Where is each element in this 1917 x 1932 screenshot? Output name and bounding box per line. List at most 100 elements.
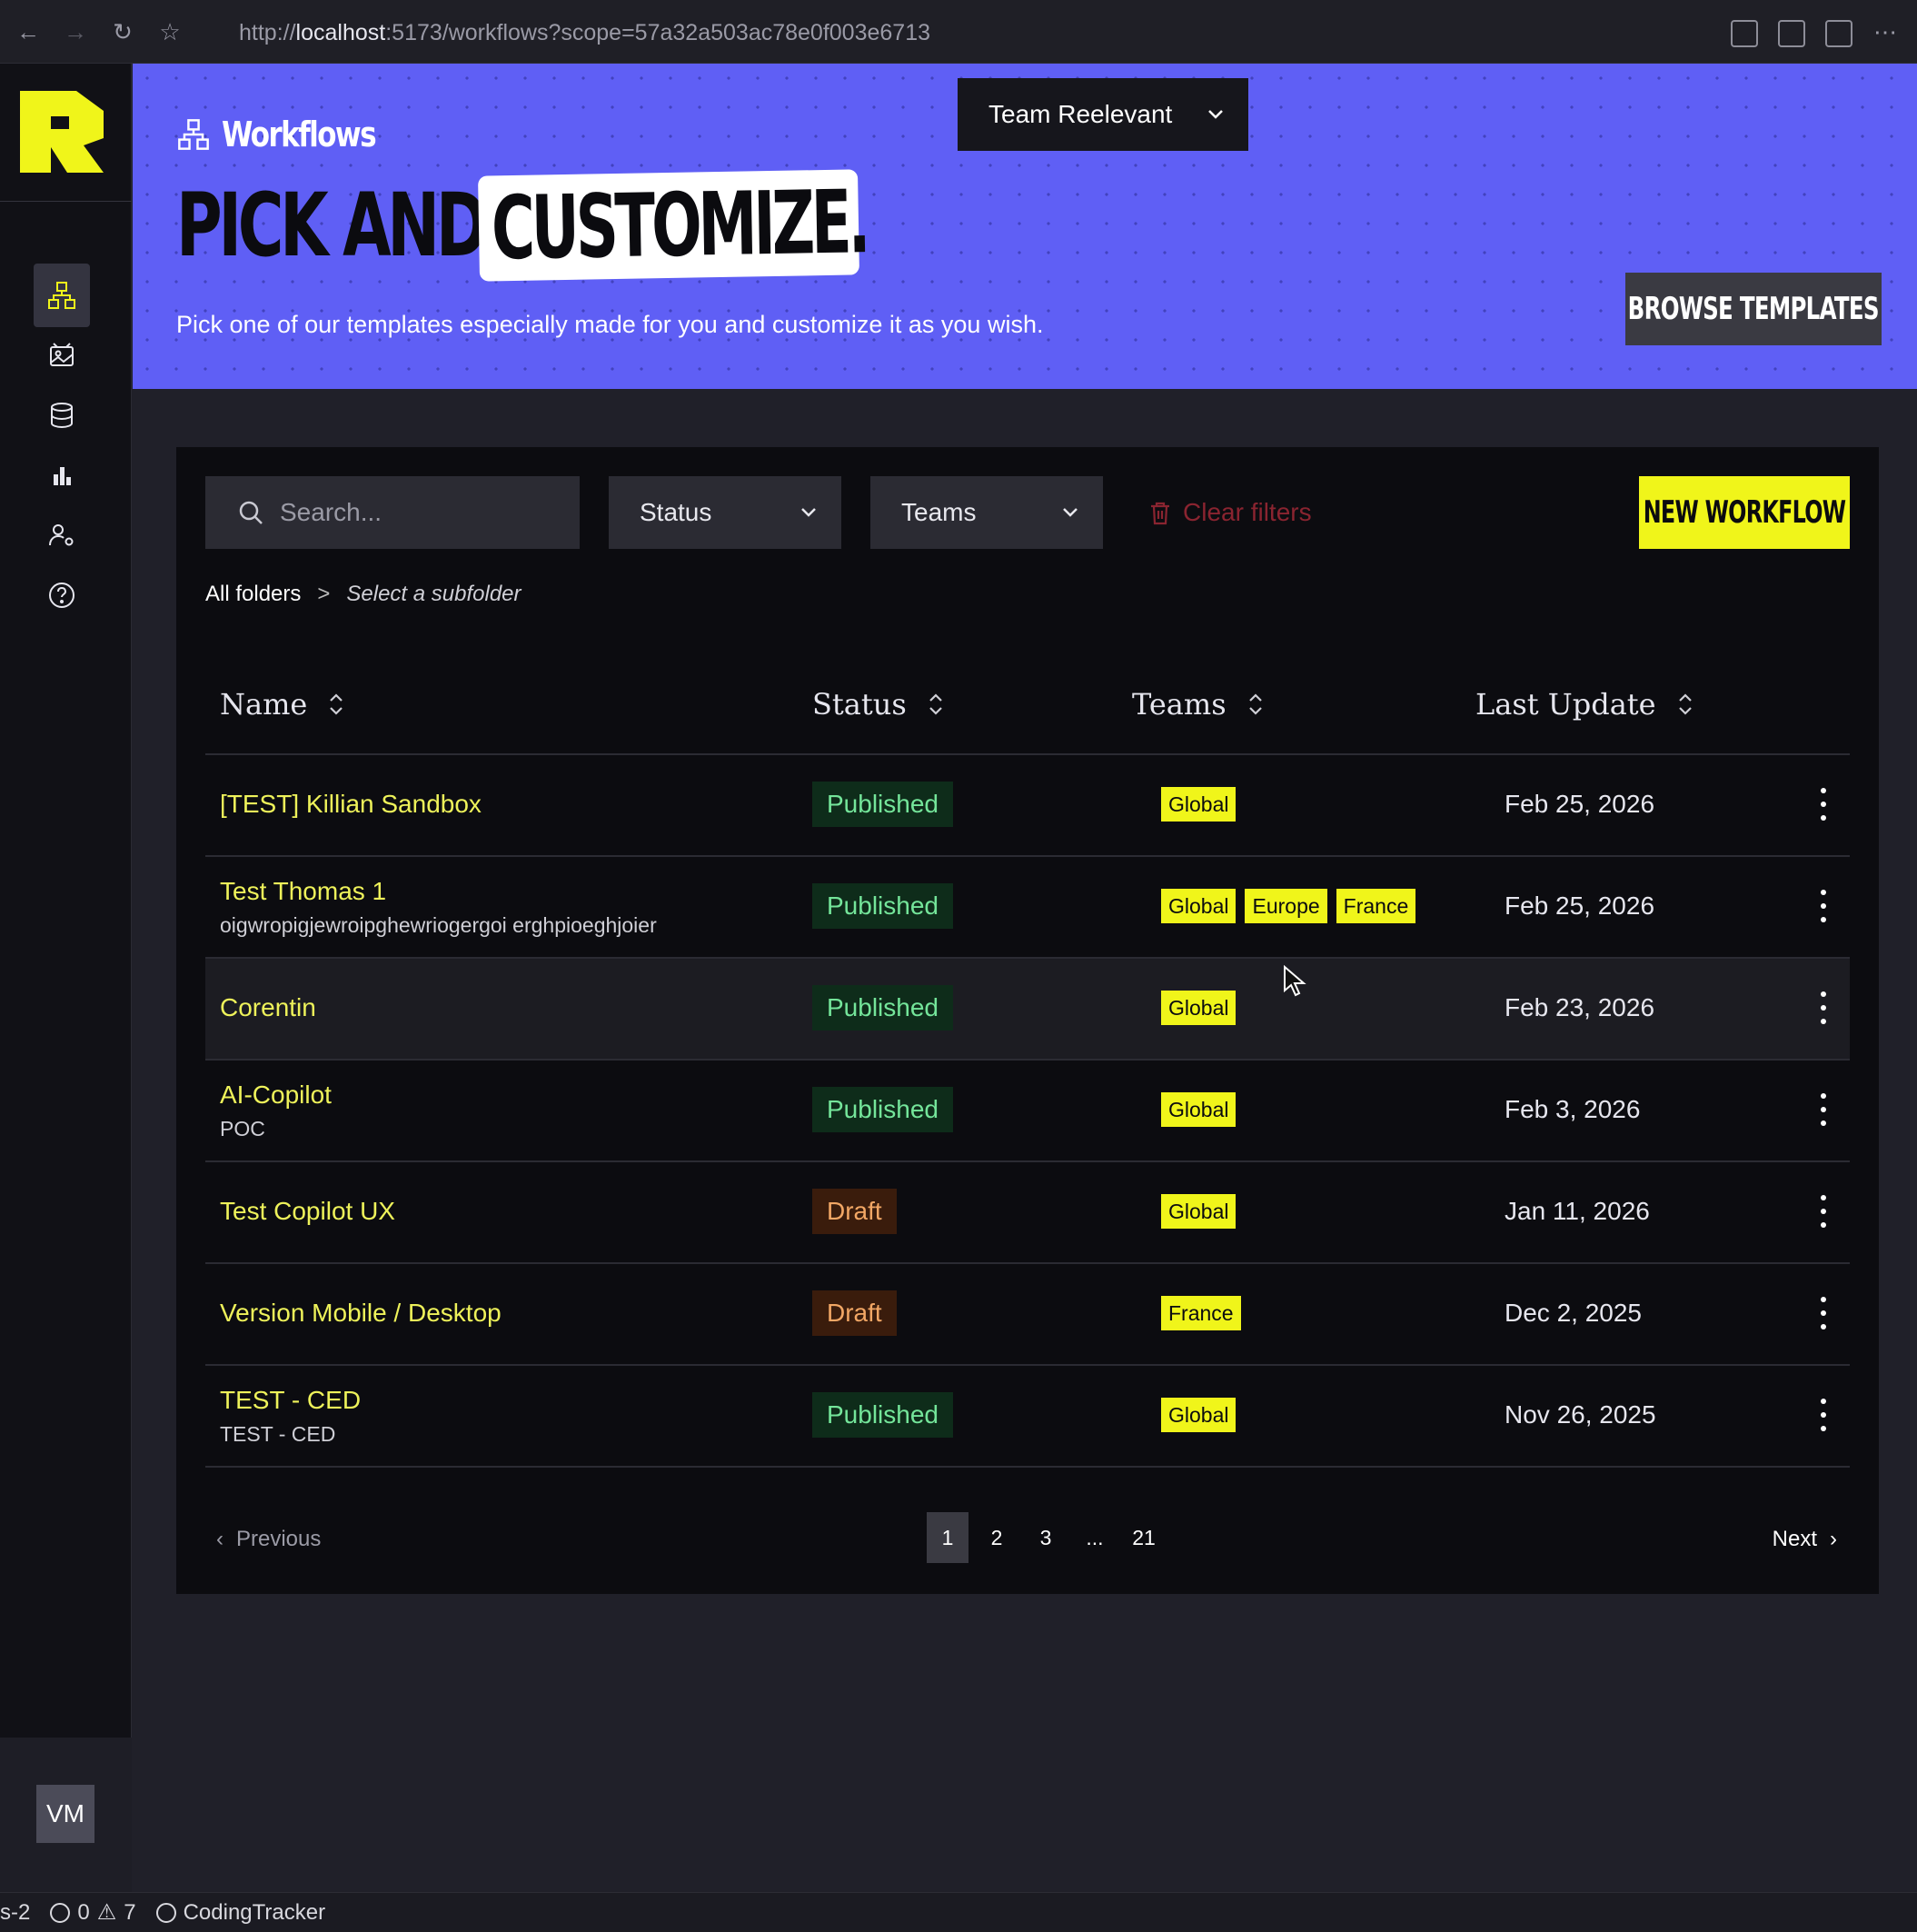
warning-count: 7 — [124, 1899, 136, 1925]
workflow-name-link[interactable]: Test Copilot UX — [220, 1197, 395, 1226]
bookmark-star-icon[interactable]: ☆ — [156, 18, 184, 45]
team-tag: Global — [1161, 1092, 1237, 1127]
search-input[interactable] — [280, 498, 571, 527]
workflow-name-link[interactable]: Corentin — [220, 993, 316, 1022]
workflow-name-link[interactable]: Version Mobile / Desktop — [220, 1299, 502, 1328]
search-icon — [239, 501, 263, 524]
browser-toolbar: ← → ↻ ☆ http://localhost:5173/workflows?… — [0, 0, 1917, 64]
sidebar-footer: VM — [0, 1738, 132, 1892]
team-tag: France — [1336, 889, 1416, 923]
sort-icon — [1248, 693, 1262, 715]
page-title: Workflows — [222, 115, 377, 154]
search-box[interactable] — [205, 476, 580, 549]
reelevant-logo[interactable] — [20, 91, 104, 173]
column-header-label: Status — [812, 687, 907, 722]
status-badge: Published — [812, 1087, 953, 1132]
chevron-down-icon — [801, 508, 816, 517]
table-row[interactable]: Test Thomas 1 oigwropigjewroipghewrioger… — [205, 857, 1850, 957]
next-page-button[interactable]: Next › — [1773, 1512, 1837, 1567]
column-header-status[interactable]: Status — [812, 687, 945, 722]
clear-filters-button[interactable]: Clear filters — [1147, 476, 1312, 549]
row-actions-menu-icon[interactable] — [1816, 1297, 1831, 1329]
breadcrumb-all-folders[interactable]: All folders — [205, 582, 301, 607]
column-header-label: Last Update — [1475, 687, 1656, 722]
workflow-name-link[interactable]: TEST - CED — [220, 1386, 361, 1415]
column-header-last-update[interactable]: Last Update — [1475, 687, 1694, 722]
warning-icon: ⚠ — [96, 1900, 117, 1925]
branch-label: s-2 — [0, 1899, 31, 1925]
chevron-right-icon: › — [1830, 1527, 1837, 1551]
new-workflow-label: NEW WORKFLOW — [1643, 494, 1846, 531]
row-actions-menu-icon[interactable] — [1816, 788, 1831, 821]
sort-icon — [330, 693, 343, 715]
status-badge: Draft — [812, 1290, 897, 1336]
status-badge: Published — [812, 782, 953, 827]
row-actions-menu-icon[interactable] — [1816, 1093, 1831, 1126]
previous-page-button[interactable]: ‹ Previous — [216, 1512, 321, 1567]
side-panel-icon[interactable] — [1825, 20, 1852, 47]
row-actions-menu-icon[interactable] — [1816, 991, 1831, 1024]
terminal-icon[interactable] — [1778, 20, 1805, 47]
sidebar-item-assets[interactable] — [34, 324, 90, 387]
sort-icon — [1678, 693, 1692, 715]
row-actions-menu-icon[interactable] — [1816, 1399, 1831, 1431]
chevron-down-icon — [1063, 508, 1078, 517]
next-label: Next — [1772, 1527, 1817, 1551]
row-actions-menu-icon[interactable] — [1816, 1195, 1831, 1228]
sidebar-item-help[interactable] — [34, 563, 90, 627]
avatar[interactable]: VM — [36, 1785, 94, 1843]
page-ellipsis: ... — [1086, 1525, 1104, 1549]
last-update-date: Jan 11, 2026 — [1505, 1197, 1650, 1225]
breadcrumb-subfolder-select[interactable]: Select a subfolder — [346, 582, 521, 607]
team-tag: France — [1161, 1296, 1241, 1330]
back-icon[interactable]: ← — [15, 18, 42, 45]
team-selector[interactable]: Team Reelevant — [958, 78, 1248, 151]
chevron-right-icon: > — [317, 582, 331, 606]
sidebar-item-workflows[interactable] — [34, 264, 90, 327]
table-row[interactable]: Version Mobile / Desktop Draft France De… — [205, 1264, 1850, 1364]
new-workflow-button[interactable]: NEW WORKFLOW — [1639, 476, 1850, 549]
teams-filter-dropdown[interactable]: Teams — [870, 476, 1103, 549]
workflow-name-link[interactable]: [TEST] Killian Sandbox — [220, 790, 482, 819]
table-row[interactable]: Corentin Published Global Feb 23, 2026 — [205, 959, 1850, 1059]
sidebar-item-data[interactable] — [34, 383, 90, 447]
section-header: Workflows — [176, 115, 409, 154]
assets-icon — [50, 343, 74, 366]
sidebar-item-analytics[interactable] — [34, 443, 90, 507]
column-header-teams[interactable]: Teams — [1132, 687, 1265, 722]
table-row[interactable]: [TEST] Killian Sandbox Published Global … — [205, 755, 1850, 855]
page-number-button[interactable]: 1 — [927, 1512, 968, 1563]
mouse-cursor-icon — [1284, 965, 1306, 997]
reload-icon[interactable]: ↻ — [109, 18, 136, 45]
sidebar-item-users[interactable] — [34, 503, 90, 567]
team-tag: Global — [1161, 889, 1237, 923]
breadcrumb: All folders > Select a subfolder — [205, 582, 521, 607]
branch-indicator[interactable]: s-2 — [0, 1900, 30, 1926]
problems-indicator[interactable]: 0 ⚠ 7 — [50, 1899, 136, 1926]
team-tag: Global — [1161, 991, 1237, 1025]
status-filter-dropdown[interactable]: Status — [609, 476, 841, 549]
browse-templates-button[interactable]: BROWSE TEMPLATES — [1625, 273, 1882, 345]
table-row[interactable]: Test Copilot UX Draft Global Jan 11, 202… — [205, 1162, 1850, 1262]
sort-icon — [929, 693, 942, 715]
page-number-button[interactable]: 2 — [976, 1512, 1018, 1563]
screen-cast-icon[interactable] — [1731, 20, 1758, 47]
column-header-name[interactable]: Name — [220, 687, 345, 722]
workflow-name-link[interactable]: AI-Copilot — [220, 1081, 332, 1110]
table-row[interactable]: AI-Copilot POC Published Global Feb 3, 2… — [205, 1061, 1850, 1160]
table-row[interactable]: TEST - CED TEST - CED Published Global N… — [205, 1366, 1850, 1466]
forward-icon[interactable]: → — [62, 18, 89, 45]
coding-tracker-label: CodingTracker — [183, 1899, 326, 1925]
page-number-button[interactable]: 21 — [1123, 1512, 1165, 1563]
coding-tracker-item[interactable]: CodingTracker — [155, 1899, 326, 1926]
address-bar[interactable]: http://localhost:5173/workflows?scope=57… — [239, 20, 930, 46]
row-actions-menu-icon[interactable] — [1816, 890, 1831, 922]
more-icon[interactable]: ⋯ — [1872, 18, 1899, 45]
workflow-name-link[interactable]: Test Thomas 1 — [220, 877, 386, 906]
tracker-icon — [155, 1902, 176, 1923]
page-number-button[interactable]: 3 — [1025, 1512, 1067, 1563]
page-list: 1 2 3... 21 — [927, 1512, 1172, 1563]
team-tag: Europe — [1245, 889, 1327, 923]
status-badge: Published — [812, 985, 953, 1031]
last-update-date: Nov 26, 2025 — [1505, 1400, 1656, 1429]
